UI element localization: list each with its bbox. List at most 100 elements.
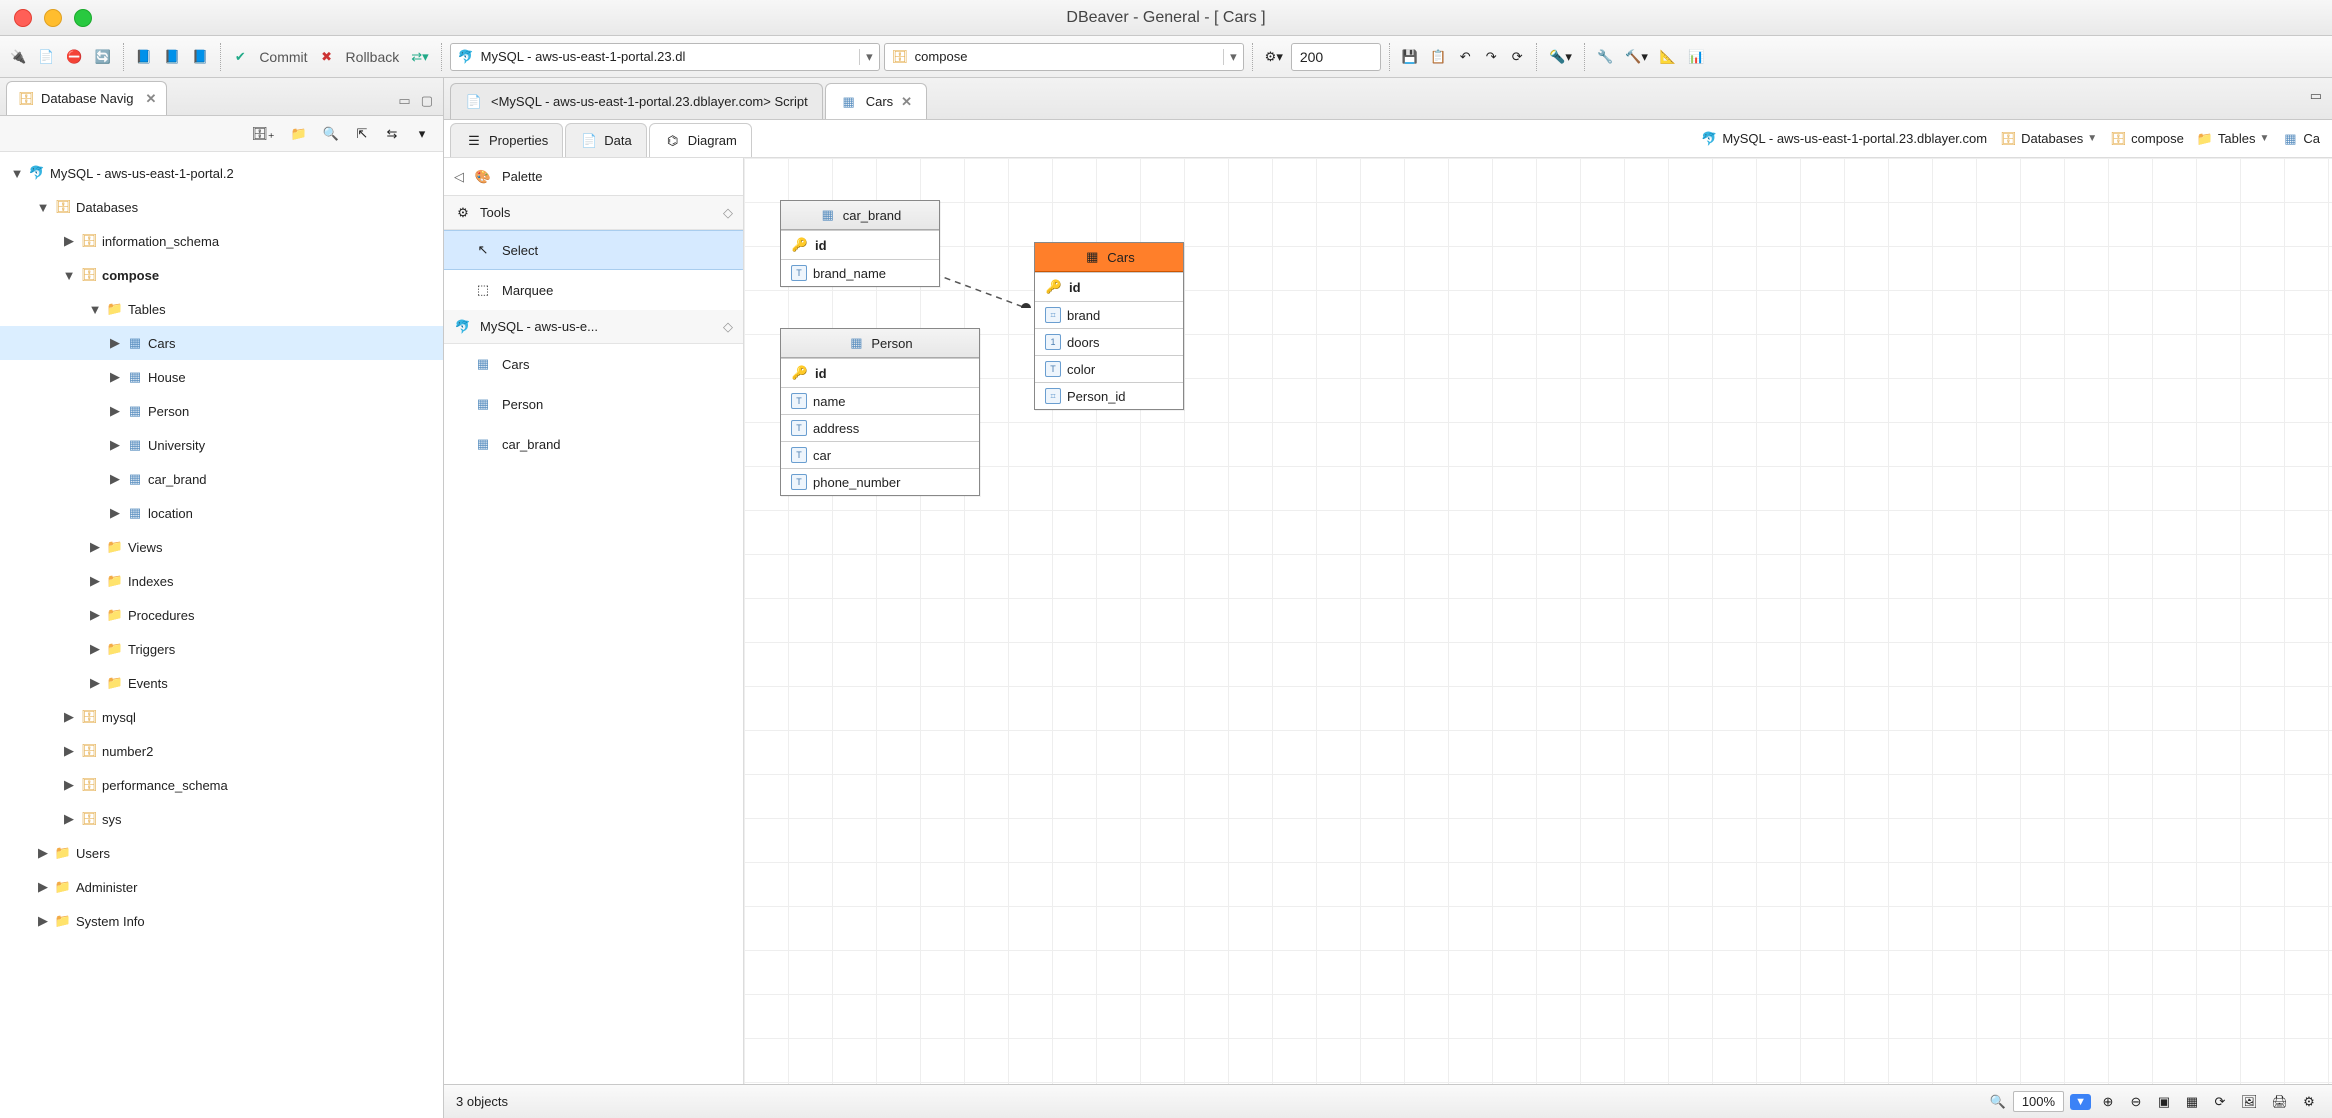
er-column[interactable]: 🔑id [781, 358, 979, 387]
undo-icon[interactable]: ↶ [1454, 44, 1476, 70]
pin-icon[interactable]: ◇ [723, 319, 733, 335]
er-column[interactable]: ⌗Person_id [1035, 382, 1183, 409]
tree-item[interactable]: ▶📁Events [0, 666, 443, 700]
er-column[interactable]: 🔑id [781, 230, 939, 259]
tree-item[interactable]: ▶📁Users [0, 836, 443, 870]
link-editor-icon[interactable]: ⇆ [381, 121, 403, 147]
tree-item[interactable]: ▼📁Tables [0, 292, 443, 326]
result-options-icon[interactable]: ⚙▾ [1261, 44, 1287, 70]
tree-item[interactable]: ▶📁Administer [0, 870, 443, 904]
er-column[interactable]: ⌗brand [1035, 301, 1183, 328]
er-column[interactable]: Tcolor [1035, 355, 1183, 382]
commit-label[interactable]: Commit [255, 49, 311, 65]
er-column[interactable]: Tname [781, 387, 979, 414]
settings-icon[interactable]: ⚙ [2298, 1089, 2320, 1115]
palette-table-item[interactable]: ▦car_brand [444, 424, 743, 464]
close-icon[interactable]: ✕ [146, 91, 157, 107]
reconnect-icon[interactable]: 🔄 [91, 44, 115, 70]
disclosure-icon[interactable]: ▶ [108, 369, 122, 385]
palette-tool-select[interactable]: ↖ Select [444, 230, 743, 270]
refresh-diagram-icon[interactable]: ⟳ [2209, 1089, 2231, 1115]
pin-icon[interactable]: ◇ [723, 205, 733, 221]
redo-icon[interactable]: ↷ [1480, 44, 1502, 70]
zoom-dropdown-icon[interactable]: ▼ [2070, 1094, 2091, 1110]
tool2-icon[interactable]: 🔨▾ [1621, 44, 1652, 70]
disclosure-icon[interactable]: ▶ [108, 471, 122, 487]
connection-selector[interactable]: 🐬 MySQL - aws-us-east-1-portal.23.dl ▾ [450, 43, 880, 71]
tree-item[interactable]: ▶📁System Info [0, 904, 443, 938]
disconnect-icon[interactable]: ⛔ [62, 44, 86, 70]
disclosure-icon[interactable]: ▶ [88, 675, 102, 691]
crumb-table[interactable]: ▦Ca [2281, 130, 2320, 148]
rollback-icon[interactable]: ✖ [316, 44, 338, 70]
revert-icon[interactable]: 📋 [1426, 44, 1450, 70]
save-icon[interactable]: 💾 [1398, 44, 1422, 70]
zoom-out-icon[interactable]: ⊖ [2125, 1089, 2147, 1115]
zoom-in-icon[interactable]: ⊕ [2097, 1089, 2119, 1115]
new-conn-icon[interactable]: 🗄₊ [247, 121, 278, 147]
disclosure-icon[interactable]: ▶ [108, 403, 122, 419]
tool1-icon[interactable]: 🔧 [1593, 44, 1617, 70]
schema-selector[interactable]: 🗄 compose ▾ [884, 43, 1244, 71]
fit-icon[interactable]: ▣ [2153, 1089, 2175, 1115]
collapse-all-icon[interactable]: ⇱ [351, 121, 373, 147]
disclosure-icon[interactable]: ▶ [62, 709, 76, 725]
sidebar-tab-navigator[interactable]: 🗄 Database Navig ✕ [6, 81, 167, 115]
er-table-carbrand[interactable]: ▦car_brand 🔑idTbrand_name [780, 200, 940, 287]
disclosure-icon[interactable]: ▼ [62, 268, 76, 283]
disclosure-icon[interactable]: ▼ [10, 166, 24, 181]
crumb-databases[interactable]: 🗄Databases▼ [1999, 130, 2097, 148]
minimize-editor-icon[interactable]: ▭ [2310, 88, 2322, 104]
tree-item[interactable]: ▶▦Person [0, 394, 443, 428]
tab-cars[interactable]: ▦ Cars ✕ [825, 83, 927, 119]
disclosure-icon[interactable]: ▶ [108, 335, 122, 351]
disclosure-icon[interactable]: ▶ [62, 743, 76, 759]
er-column[interactable]: Tphone_number [781, 468, 979, 495]
tree-item[interactable]: ▶📁Triggers [0, 632, 443, 666]
tree-item[interactable]: ▶▦University [0, 428, 443, 462]
crumb-db[interactable]: 🗄compose [2109, 130, 2184, 148]
er-column[interactable]: Tcar [781, 441, 979, 468]
er-table-cars[interactable]: ▦Cars 🔑id⌗brand1doorsTcolor⌗Person_id [1034, 242, 1184, 410]
rollback-label[interactable]: Rollback [342, 49, 404, 65]
tool3-icon[interactable]: 📐 [1656, 44, 1680, 70]
tree-item[interactable]: ▼🐬MySQL - aws-us-east-1-portal.2 [0, 156, 443, 190]
crumb-connection[interactable]: 🐬MySQL - aws-us-east-1-portal.23.dblayer… [1700, 130, 1987, 148]
new-folder-icon[interactable]: 📁 [287, 121, 311, 147]
tree-item[interactable]: ▶🗄mysql [0, 700, 443, 734]
disclosure-icon[interactable]: ▶ [36, 913, 50, 929]
tree-item[interactable]: ▶▦car_brand [0, 462, 443, 496]
disclosure-icon[interactable]: ▼ [36, 200, 50, 215]
tree-item[interactable]: ▶📁Procedures [0, 598, 443, 632]
disclosure-icon[interactable]: ▶ [62, 777, 76, 793]
tab-script[interactable]: 📄 <MySQL - aws-us-east-1-portal.23.dblay… [450, 83, 823, 119]
tool4-icon[interactable]: 📊 [1684, 44, 1708, 70]
diagram-canvas[interactable]: ▦car_brand 🔑idTbrand_name ▦Cars 🔑id⌗bran… [744, 158, 2332, 1084]
palette-back-icon[interactable]: ◁ [454, 169, 464, 185]
palette-section-conn[interactable]: 🐬 MySQL - aws-us-e... ◇ [444, 310, 743, 344]
tree-item[interactable]: ▶🗄performance_schema [0, 768, 443, 802]
subtab-properties[interactable]: ☰ Properties [450, 123, 563, 157]
tree-item[interactable]: ▶▦Cars [0, 326, 443, 360]
disclosure-icon[interactable]: ▶ [88, 641, 102, 657]
palette-tool-marquee[interactable]: ⬚ Marquee [444, 270, 743, 310]
er-table-person[interactable]: ▦Person 🔑idTnameTaddressTcarTphone_numbe… [780, 328, 980, 496]
tree-item[interactable]: ▶📁Views [0, 530, 443, 564]
tree-item[interactable]: ▶▦House [0, 360, 443, 394]
tree-item[interactable]: ▼🗄compose [0, 258, 443, 292]
zoom-value[interactable]: 100% [2013, 1091, 2064, 1112]
crumb-tables[interactable]: 📁Tables▼ [2196, 130, 2269, 148]
tree-item[interactable]: ▶▦location [0, 496, 443, 530]
er-column[interactable]: Tbrand_name [781, 259, 939, 286]
tree-item[interactable]: ▼🗄Databases [0, 190, 443, 224]
export-icon[interactable]: 🖼 [2237, 1089, 2262, 1115]
er-column[interactable]: Taddress [781, 414, 979, 441]
disclosure-icon[interactable]: ▶ [88, 573, 102, 589]
refresh-icon[interactable]: ⟳ [1506, 44, 1528, 70]
subtab-data[interactable]: 📄 Data [565, 123, 646, 157]
palette-section-tools[interactable]: ⚙ Tools ◇ [444, 196, 743, 230]
minimize-view-icon[interactable]: ▭ [398, 93, 410, 109]
filter-icon[interactable]: 🔍 [319, 121, 343, 147]
tree-item[interactable]: ▶🗄information_schema [0, 224, 443, 258]
new-sql-icon[interactable]: 📄 [34, 44, 58, 70]
